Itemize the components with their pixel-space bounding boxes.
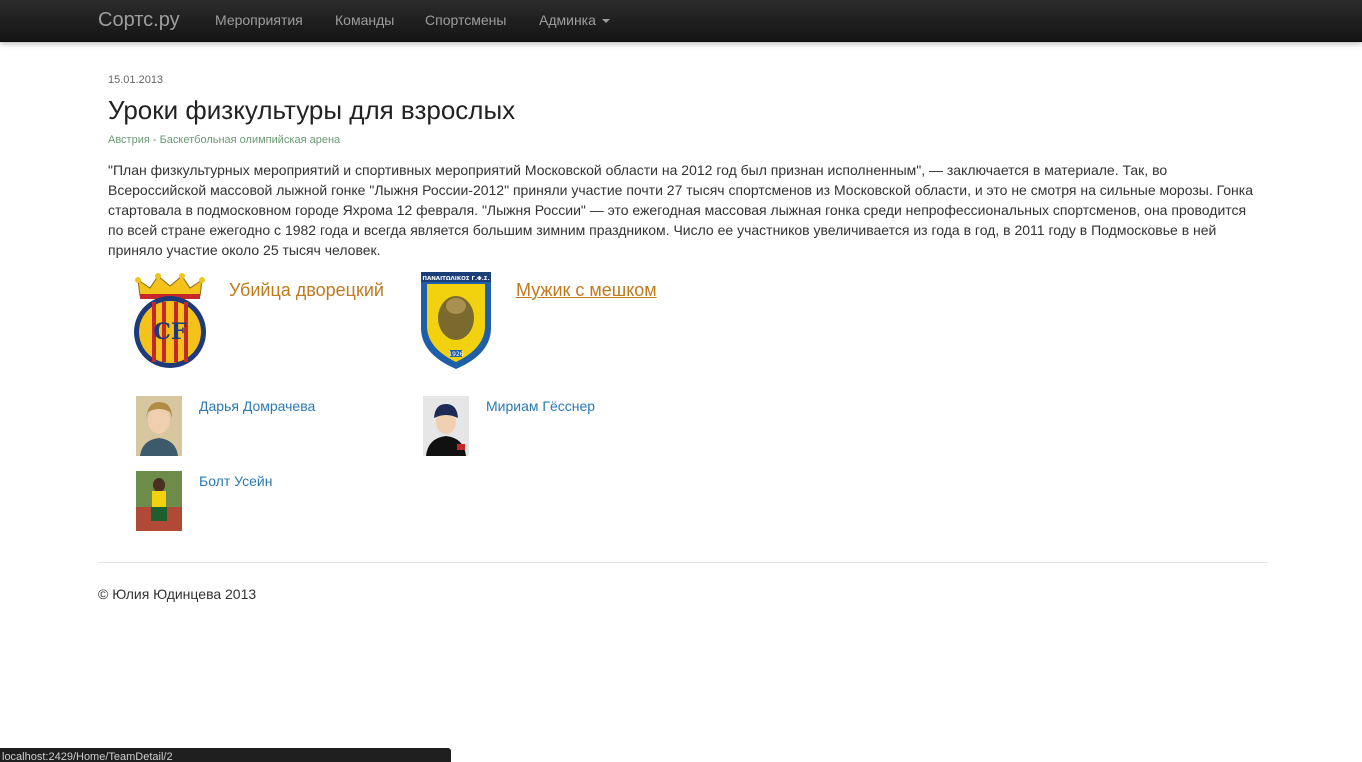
athlete-link[interactable]: Дарья Домрачева [199, 398, 315, 414]
athlete-link[interactable]: Мириам Гёсснер [486, 398, 595, 414]
crest-text: ΠΑΝΑΙΤΩΛΙΚΟΣ Γ.Φ.Σ. [422, 276, 489, 282]
event-description: "План физкультурных мероприятий и спорти… [108, 162, 1253, 258]
cf-crest-icon[interactable]: CF [130, 272, 210, 370]
brand-link[interactable]: Сортс.ру [98, 9, 180, 32]
athlete-photo-icon[interactable] [136, 396, 182, 456]
team-link[interactable]: Убийца дворецкий [229, 280, 384, 301]
event-date: 15.01.2013 [108, 74, 164, 86]
nav-admin-label: Админка [539, 12, 596, 28]
footer-divider [98, 562, 1268, 563]
caret-down-icon [601, 19, 610, 24]
footer-copyright: © Юлия Юдинцева 2013 [98, 586, 257, 602]
panaitolikos-crest-icon[interactable]: ΠΑΝΑΙΤΩΛΙΚΟΣ Γ.Φ.Σ. 1926 [419, 270, 493, 370]
nav-teams-link[interactable]: Команды [335, 12, 394, 28]
crest-year: 1926 [448, 351, 463, 358]
nav-athletes-link[interactable]: Спортсмены [425, 12, 506, 28]
nav-admin-dropdown[interactable]: Админка [539, 12, 610, 28]
browser-status-bar: localhost:2429/Home/TeamDetail/2 [0, 748, 451, 762]
navbar: Сортс.ру Мероприятия Команды Спортсмены … [0, 0, 1362, 42]
event-location: Австрия - Баскетбольная олимпийская арен… [108, 134, 341, 146]
page-title: Уроки физкультуры для взрослых [108, 95, 516, 125]
athlete-link[interactable]: Болт Усейн [199, 473, 272, 489]
nav-events-link[interactable]: Мероприятия [215, 12, 303, 28]
team-link-hovered[interactable]: Мужик с мешком [516, 280, 657, 301]
cf-crest-letters: CF [153, 319, 187, 345]
athlete-photo-icon[interactable] [136, 471, 182, 531]
athlete-photo-icon[interactable] [423, 396, 469, 456]
